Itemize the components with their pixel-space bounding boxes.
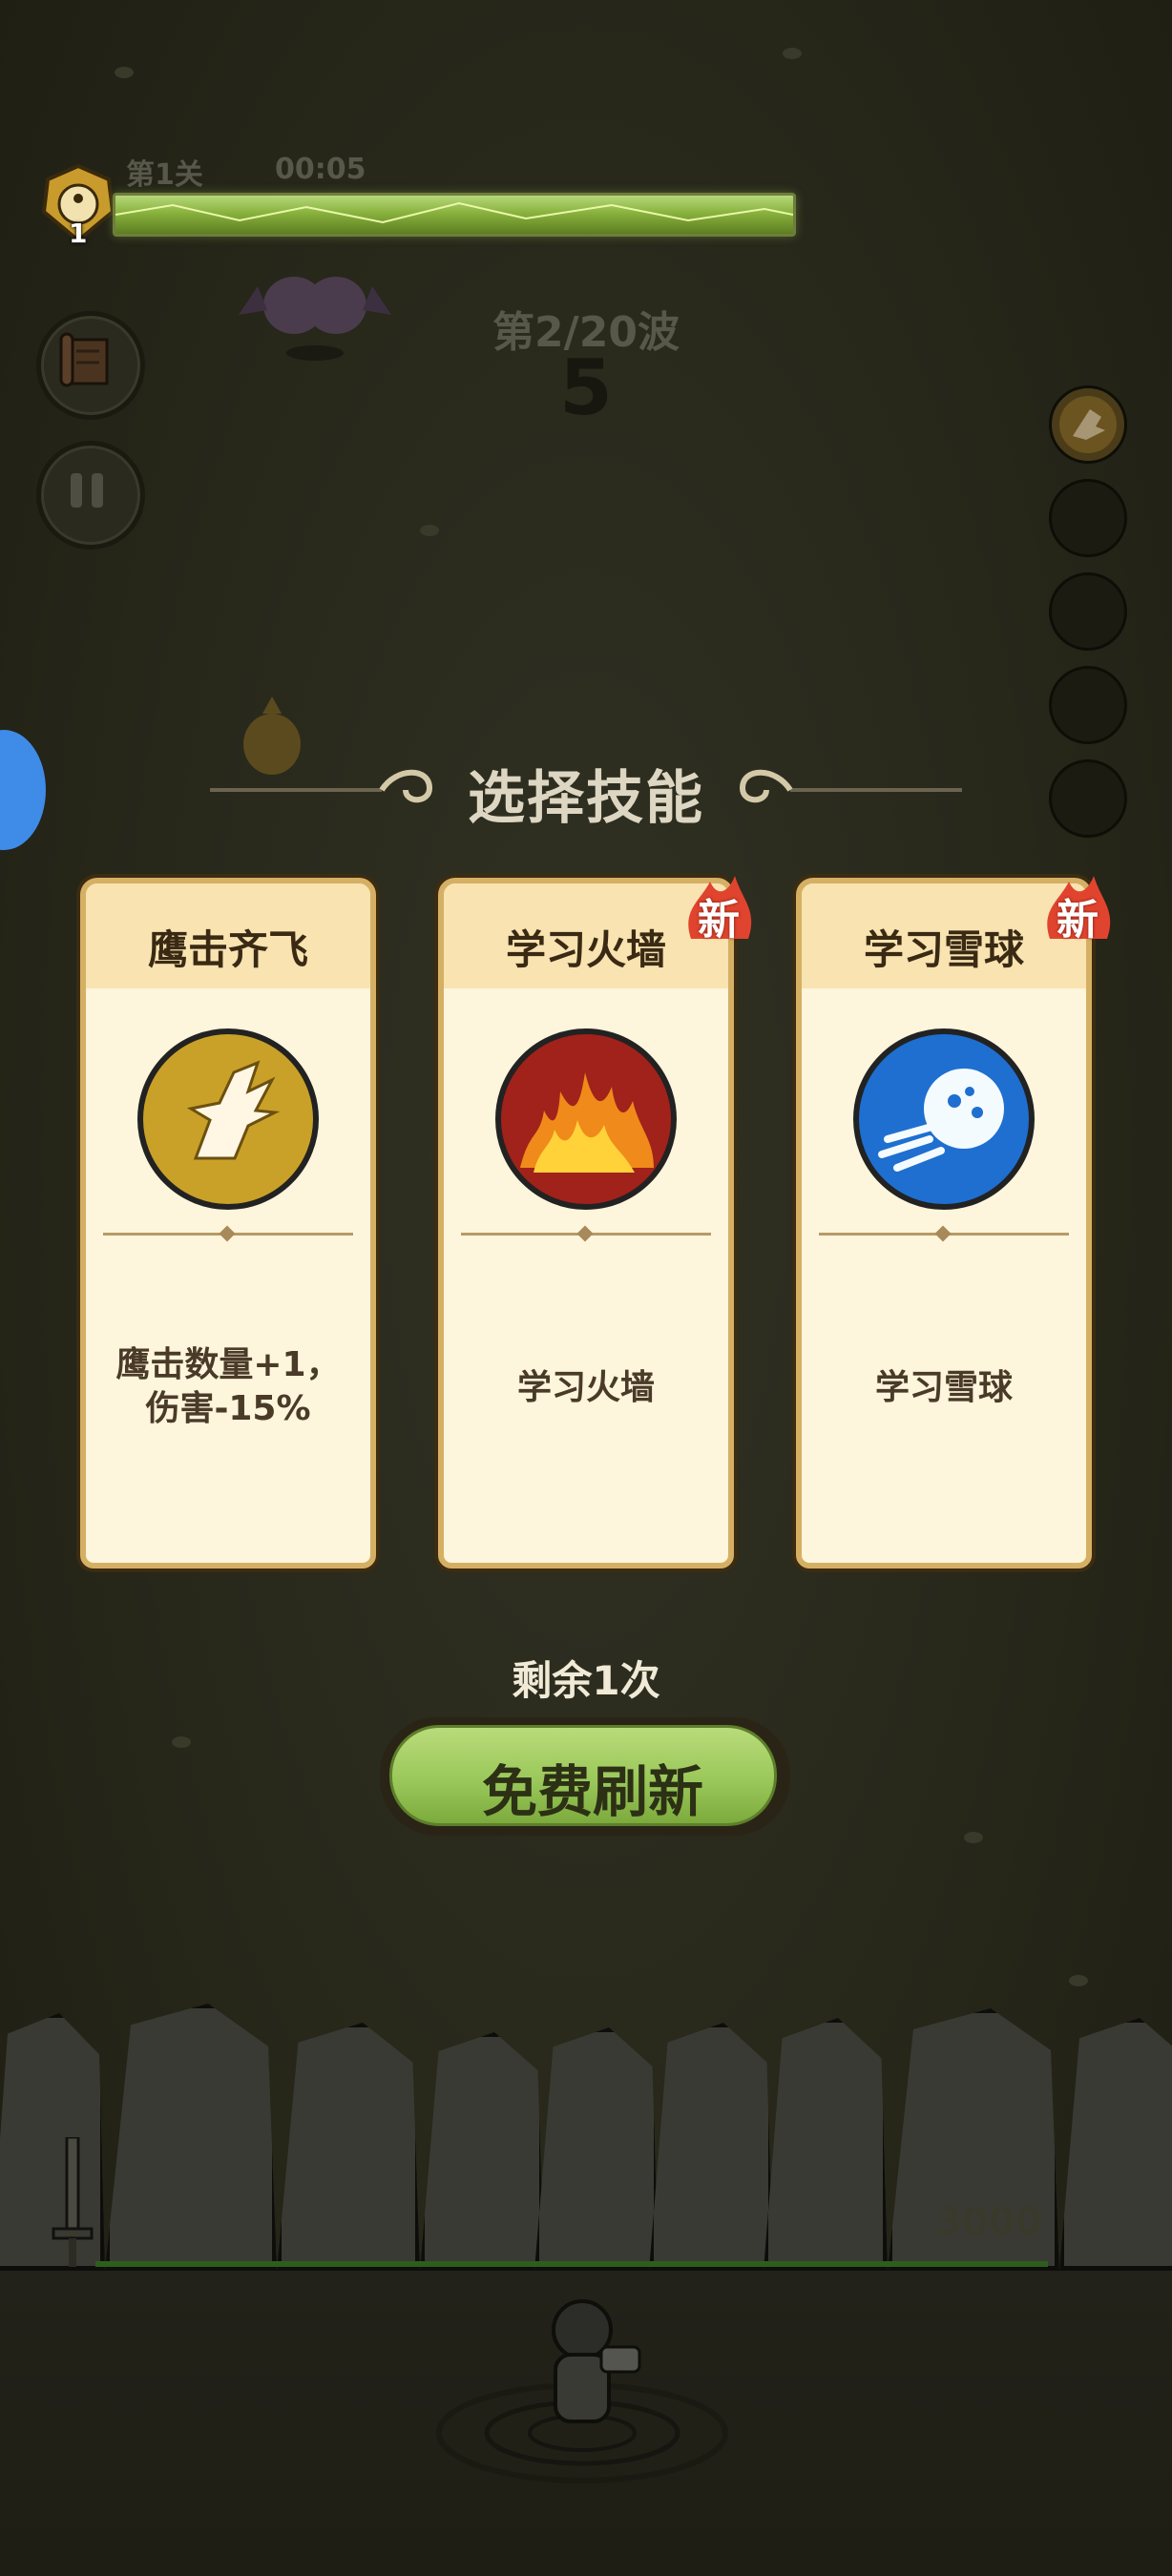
card-title: 鹰击齐飞 — [147, 926, 308, 973]
remaining-refresh-count: 剩余1次 — [512, 1657, 660, 1704]
skill-card-snowball[interactable]: 学习雪球 学习雪球 — [796, 878, 1092, 1568]
free-refresh-button[interactable]: 免费刷新 — [380, 1717, 790, 1836]
ground-speck — [172, 1736, 191, 1748]
skill-slot-empty[interactable] — [1049, 572, 1127, 651]
wall-rock — [649, 2023, 773, 2271]
wall-rock — [277, 2023, 420, 2271]
snowball-icon — [868, 1043, 1020, 1195]
new-label: 新 — [1057, 896, 1099, 945]
ground-speck — [1069, 1975, 1088, 1986]
card-description: 学习雪球 — [874, 1368, 1013, 1407]
hero-character — [436, 2299, 728, 2483]
new-label: 新 — [698, 896, 740, 945]
skill-icon-frame — [853, 1028, 1035, 1210]
card-description: 鹰击数量+1， 伤害-15% — [99, 1343, 357, 1431]
new-badge: 新 — [1040, 872, 1115, 946]
wall-rock — [534, 2027, 659, 2271]
fire-icon — [510, 1043, 662, 1195]
level-number: 1 — [69, 218, 88, 249]
card-description-line: 鹰击数量+1， — [115, 1345, 341, 1384]
refresh-button-face: 免费刷新 — [389, 1725, 777, 1826]
countdown-number: 5 — [559, 343, 613, 432]
ground-speck — [783, 48, 802, 59]
pause-button[interactable] — [36, 441, 145, 550]
skill-card-firewall[interactable]: 学习火墙 学习火墙 — [438, 878, 734, 1568]
scroll-icon — [59, 332, 109, 387]
card-description-line: 伤害-15% — [145, 1389, 311, 1428]
ground-speck — [964, 1832, 983, 1843]
sword-icon — [52, 2137, 94, 2267]
card-description: 学习火墙 — [516, 1368, 655, 1407]
wall-hp-value: 3000 — [935, 2200, 1042, 2244]
skill-slot-empty[interactable] — [1049, 479, 1127, 557]
wall-health-bar — [95, 2261, 1048, 2267]
wall-rock — [420, 2032, 544, 2271]
skill-slot-empty[interactable] — [1049, 666, 1127, 744]
lightning-effect — [115, 201, 793, 224]
eagle-icon — [152, 1043, 304, 1195]
wall-rock — [764, 2018, 888, 2271]
scroll-button[interactable] — [36, 311, 145, 420]
wall-rock — [105, 2004, 277, 2271]
new-badge: 新 — [681, 872, 756, 946]
skill-slot-filled[interactable] — [1049, 385, 1127, 464]
level-label: 第1关 — [126, 158, 203, 192]
skill-card-eagle[interactable]: 鹰击齐飞 鹰击数量+1， 伤害-15% — [80, 878, 376, 1568]
eagle-icon — [1059, 396, 1117, 453]
energy-bar — [113, 193, 796, 237]
skill-icon-frame — [495, 1028, 677, 1210]
timer-label: 00:05 — [275, 153, 366, 186]
skill-icon-frame — [137, 1028, 319, 1210]
ground-speck — [420, 525, 439, 536]
refresh-button-label: 免费刷新 — [481, 1759, 703, 1824]
panel-title: 选择技能 — [468, 765, 704, 832]
ground-speck — [115, 67, 134, 78]
pause-icon — [71, 473, 103, 508]
